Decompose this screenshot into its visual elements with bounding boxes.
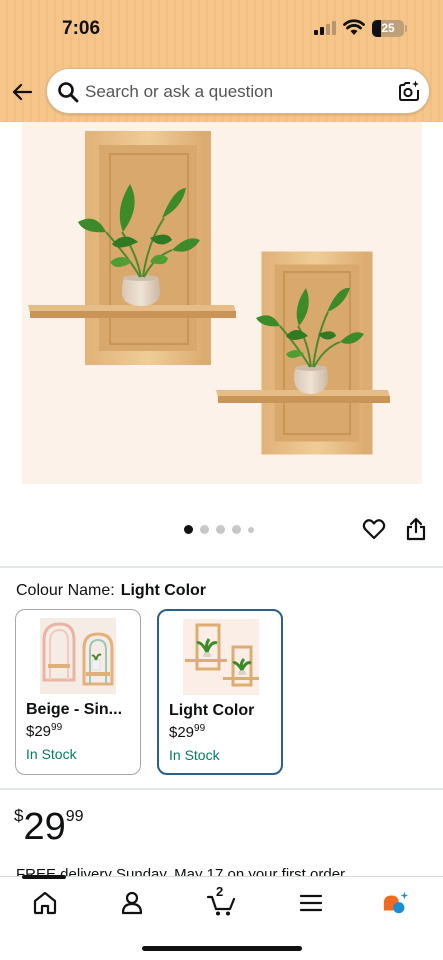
wifi-icon [343,19,365,35]
colour-selected-value: Light Color [120,582,207,599]
colour-option-light-color[interactable]: Light Color $2999 In Stock [157,609,283,775]
heart-icon[interactable] [362,518,386,540]
colour-option-beige[interactable]: Beige - Sin... $2999 In Stock [15,609,141,775]
product-price: $2999 [14,806,84,849]
colour-name-label: Colour Name: Light Color [16,582,206,600]
variant-stock-status: In Stock [169,747,220,763]
share-icon[interactable] [405,517,427,541]
menu-icon[interactable] [297,889,325,917]
battery-percent: 25 [381,21,395,35]
carousel-dot[interactable] [216,525,225,534]
account-icon[interactable] [118,889,146,917]
price-fraction: 99 [65,808,84,825]
camera-sparkle-icon[interactable] [397,79,421,103]
carousel-dot[interactable] [232,525,241,534]
image-carousel-dots [184,525,254,534]
beige-variant-thumbnail [40,618,116,694]
variant-stock-status: In Stock [26,746,77,762]
variant-price: $2999 [26,722,63,740]
cellular-signal-icon [314,21,336,35]
search-icon [58,82,79,103]
light-color-variant-thumbnail [183,619,259,695]
status-bar: 7:06 25 [0,0,443,60]
search-bar[interactable] [46,68,430,114]
divider [0,788,443,790]
product-image[interactable] [22,122,422,484]
carousel-dot[interactable] [200,525,209,534]
search-input[interactable] [85,80,385,104]
variant-name: Beige - Sin... [26,701,123,718]
price-whole: 29 [23,806,66,848]
carousel-dot[interactable] [248,526,254,533]
cart-button[interactable]: 2 [206,884,238,917]
battery-icon: 25 [372,20,404,37]
variant-name: Light Color [169,702,255,719]
home-icon[interactable] [31,889,59,917]
variant-price: $2999 [169,723,206,741]
nav-active-indicator [22,875,66,879]
colour-label-text: Colour Name: [16,582,115,599]
cart-count: 2 [216,884,224,899]
arrow-left-icon[interactable] [10,80,34,104]
header: 7:06 25 [0,0,443,122]
divider [0,566,443,568]
carousel-dot[interactable] [184,525,193,534]
bottom-nav: 2 [0,875,443,960]
rufus-icon[interactable] [382,889,410,917]
home-indicator [142,946,302,951]
status-time: 7:06 [62,18,101,39]
